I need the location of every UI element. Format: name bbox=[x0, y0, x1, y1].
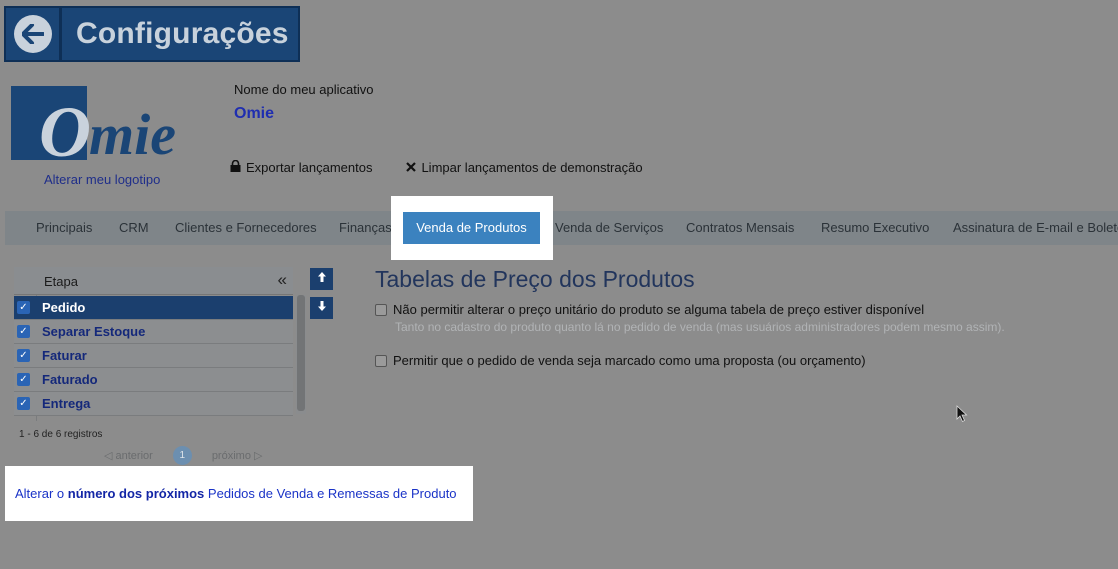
order-as-proposal-checkbox[interactable] bbox=[375, 355, 387, 367]
page-title: Configurações bbox=[76, 17, 289, 50]
export-entries-label: Exportar lançamentos bbox=[246, 160, 373, 175]
row-label: Faturado bbox=[42, 372, 98, 387]
row-checkbox[interactable]: ✓ bbox=[17, 373, 30, 386]
next-page-label: próximo bbox=[211, 450, 251, 462]
page-header: Configurações bbox=[4, 6, 300, 62]
order-as-proposal-label: Permitir que o pedido de venda seja marc… bbox=[393, 353, 866, 368]
row-label: Pedido bbox=[42, 300, 86, 315]
arrow-down-icon bbox=[317, 301, 326, 311]
move-down-button[interactable] bbox=[310, 297, 333, 319]
tab-resumo-executivo[interactable]: Resumo Executivo bbox=[821, 211, 929, 245]
tab-crm[interactable]: CRM bbox=[119, 211, 149, 245]
table-row[interactable]: ✓ Faturar bbox=[14, 344, 293, 368]
back-button[interactable] bbox=[6, 8, 62, 60]
previous-page-link[interactable]: ◁ anterior bbox=[104, 449, 153, 462]
arrow-up-icon bbox=[317, 272, 326, 282]
link-bold: número dos próximos bbox=[67, 486, 205, 501]
close-icon bbox=[406, 160, 417, 175]
row-checkbox[interactable]: ✓ bbox=[17, 301, 30, 314]
next-page-link[interactable]: próximo ▷ bbox=[212, 449, 263, 462]
app-name-label: Nome do meu aplicativo bbox=[234, 82, 374, 97]
table-row[interactable]: ✓ Pedido bbox=[14, 296, 293, 320]
records-info: 1 - 6 de 6 registros bbox=[19, 429, 103, 440]
row-label: Separar Estoque bbox=[42, 324, 146, 339]
block-price-edit-checkbox[interactable] bbox=[375, 304, 387, 316]
action-bar: Exportar lançamentos Limpar lançamentos … bbox=[230, 159, 643, 175]
pagination: ◁ anterior 1 próximo ▷ bbox=[104, 446, 262, 465]
previous-page-label: anterior bbox=[115, 450, 153, 462]
row-checkbox[interactable]: ✓ bbox=[17, 397, 30, 410]
table-row[interactable]: ✓ Separar Estoque bbox=[14, 320, 293, 344]
export-entries-action[interactable]: Exportar lançamentos bbox=[230, 159, 373, 175]
change-logo-link[interactable]: Alterar meu logotipo bbox=[44, 172, 160, 187]
tab-assinatura-email-boleto[interactable]: Assinatura de E-mail e Boleto bbox=[953, 211, 1118, 245]
lock-icon bbox=[230, 159, 241, 175]
link-prefix: Alterar o bbox=[15, 486, 65, 501]
option-order-as-proposal: Permitir que o pedido de venda seja marc… bbox=[375, 353, 866, 368]
table-row[interactable]: ✓ Entrega bbox=[14, 392, 293, 416]
mouse-pointer-icon bbox=[956, 405, 968, 428]
row-label: Entrega bbox=[42, 396, 91, 411]
section-title: Tabelas de Preço dos Produtos bbox=[375, 266, 695, 292]
grid-header: Etapa « bbox=[14, 267, 293, 295]
app-name-value[interactable]: Omie bbox=[234, 105, 274, 123]
arrow-left-icon bbox=[13, 15, 52, 53]
company-logo[interactable]: O mie bbox=[11, 86, 195, 172]
tab-clientes-fornecedores[interactable]: Clientes e Fornecedores bbox=[175, 211, 317, 245]
grid-scrollbar[interactable] bbox=[296, 295, 306, 414]
column-header-etapa[interactable]: Etapa bbox=[44, 274, 78, 289]
current-page[interactable]: 1 bbox=[172, 446, 192, 465]
move-up-button[interactable] bbox=[310, 268, 333, 290]
stage-grid: Etapa « ✓ Pedido ✓ Separar Estoque ✓ Fat… bbox=[14, 267, 306, 427]
option-block-price-edit: Não permitir alterar o preço unitário do… bbox=[375, 302, 924, 317]
svg-text:O: O bbox=[39, 92, 91, 160]
table-row[interactable]: ✓ Faturado bbox=[14, 368, 293, 392]
block-price-edit-label: Não permitir alterar o preço unitário do… bbox=[393, 302, 925, 317]
change-next-numbers-link[interactable]: Alterar o número dos próximos Pedidos de… bbox=[15, 486, 457, 501]
tab-principais[interactable]: Principais bbox=[36, 211, 92, 245]
settings-tab-bar: Principais CRM Clientes e Fornecedores F… bbox=[5, 211, 1118, 245]
link-suffix: Pedidos de Venda e Remessas de Produto bbox=[207, 486, 457, 501]
clear-demo-entries-action[interactable]: Limpar lançamentos de demonstração bbox=[406, 160, 643, 175]
tab-financas[interactable]: Finanças bbox=[339, 211, 392, 245]
tab-venda-produtos[interactable]: Venda de Produtos bbox=[403, 212, 540, 244]
scrollbar-thumb[interactable] bbox=[297, 295, 305, 411]
row-label: Faturar bbox=[42, 348, 87, 363]
tab-venda-servicos[interactable]: Venda de Serviços bbox=[555, 211, 663, 245]
block-price-edit-hint: Tanto no cadastro do produto quanto lá n… bbox=[395, 320, 1005, 334]
clear-demo-entries-label: Limpar lançamentos de demonstração bbox=[421, 160, 643, 175]
row-checkbox[interactable]: ✓ bbox=[17, 325, 30, 338]
tab-contratos-mensais[interactable]: Contratos Mensais bbox=[686, 211, 794, 245]
collapse-icon[interactable]: « bbox=[278, 270, 287, 290]
svg-text:mie: mie bbox=[89, 102, 176, 160]
row-checkbox[interactable]: ✓ bbox=[17, 349, 30, 362]
